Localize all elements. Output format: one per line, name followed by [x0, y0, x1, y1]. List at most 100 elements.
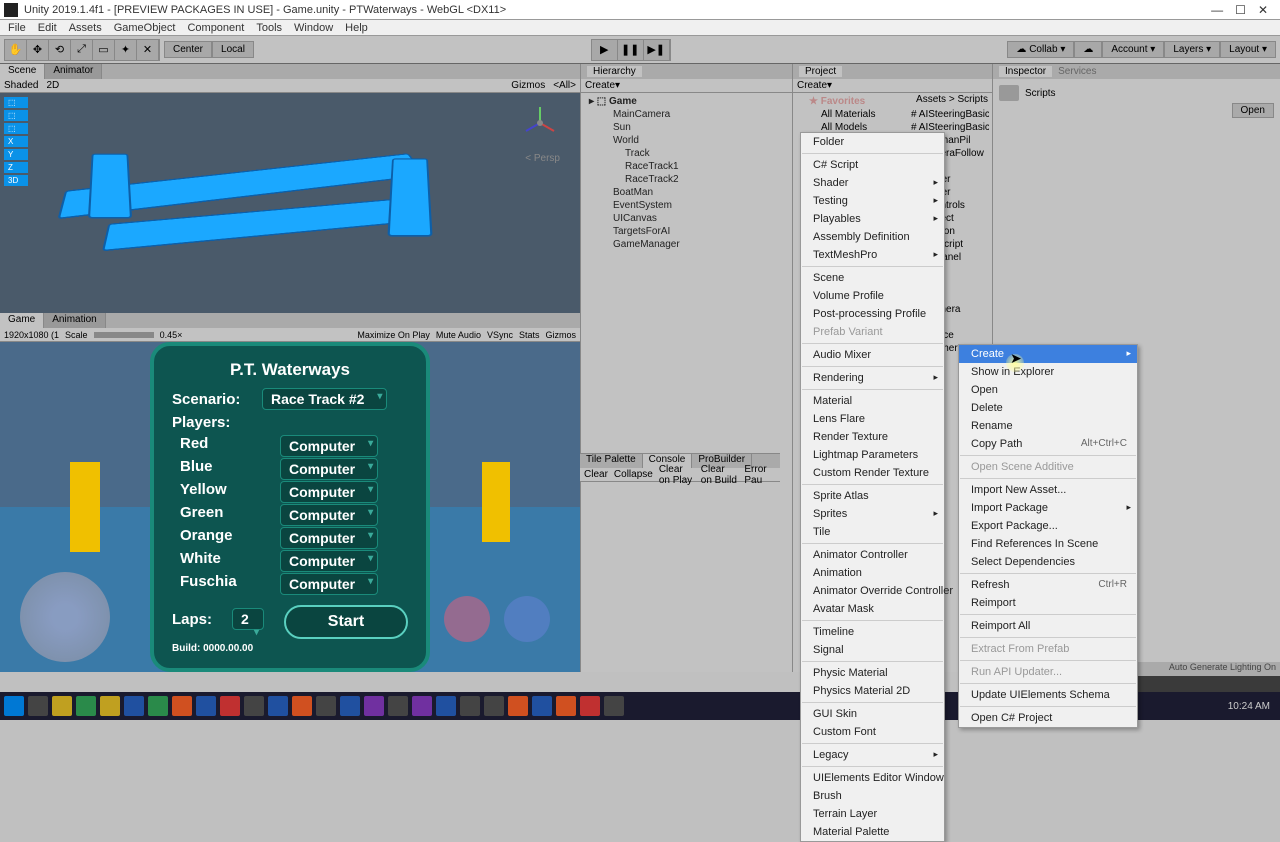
context-menu-item[interactable]: Create▸	[959, 345, 1137, 363]
collab-button[interactable]: ☁ Collab ▾	[1007, 41, 1074, 58]
player-type-dropdown[interactable]: Computer	[280, 481, 378, 503]
create-menu-item[interactable]: Assembly Definition	[801, 228, 944, 246]
game-view[interactable]: P.T. Waterways Scenario: Race Track #2 P…	[0, 342, 580, 672]
hierarchy-item[interactable]: MainCamera	[585, 108, 788, 121]
layout-button[interactable]: Layout ▾	[1220, 41, 1276, 58]
context-menu-item[interactable]: Reimport	[959, 594, 1137, 612]
console-clear[interactable]: Clear	[584, 469, 608, 480]
context-menu-item[interactable]: Find References In Scene	[959, 535, 1137, 553]
account-button[interactable]: Account ▾	[1102, 41, 1164, 58]
task-icon[interactable]	[340, 696, 360, 716]
task-icon[interactable]	[556, 696, 576, 716]
create-menu-item[interactable]: Animation	[801, 564, 944, 582]
breadcrumb[interactable]: Assets > Scripts	[916, 94, 988, 105]
task-icon[interactable]	[364, 696, 384, 716]
console-error-pau[interactable]: Error Pau	[744, 464, 770, 486]
context-menu-item[interactable]: Import Package▸	[959, 499, 1137, 517]
play-button[interactable]: ▶	[592, 40, 618, 60]
hierarchy-item[interactable]: Track	[585, 147, 788, 160]
create-menu-item[interactable]: Render Texture	[801, 428, 944, 446]
create-menu-item[interactable]: TextMeshPro▸	[801, 246, 944, 264]
player-type-dropdown[interactable]: Computer	[280, 527, 378, 549]
menu-help[interactable]: Help	[339, 22, 374, 34]
task-icon[interactable]	[316, 696, 336, 716]
task-icon[interactable]	[268, 696, 288, 716]
context-menu-item[interactable]: Export Package...	[959, 517, 1137, 535]
create-menu-item[interactable]: Tile	[801, 523, 944, 541]
start-button[interactable]: Start	[284, 605, 408, 639]
open-button[interactable]: Open	[1232, 103, 1274, 118]
pivot-button[interactable]: Center	[164, 41, 212, 58]
laps-dropdown[interactable]: 2	[232, 608, 264, 630]
scale-slider[interactable]	[94, 332, 154, 338]
resolution[interactable]: 1920x1080 (1	[4, 330, 59, 340]
layers-button[interactable]: Layers ▾	[1164, 41, 1220, 58]
context-menu-item[interactable]: Open C# Project	[959, 709, 1137, 727]
player-type-dropdown[interactable]: Computer	[280, 573, 378, 595]
project-tab[interactable]: Project	[799, 66, 842, 77]
start-button[interactable]	[4, 696, 24, 716]
create-menu-item[interactable]: Testing▸	[801, 192, 944, 210]
create-menu-item[interactable]: Prefab Variant	[801, 323, 944, 341]
transform-tool[interactable]: ✦	[115, 40, 137, 60]
maximize-toggle[interactable]: Maximize On Play	[357, 330, 430, 340]
task-icon[interactable]	[604, 696, 624, 716]
context-menu-item[interactable]: Extract From Prefab	[959, 640, 1137, 658]
create-menu-item[interactable]: Signal	[801, 641, 944, 659]
task-icon[interactable]	[388, 696, 408, 716]
vsync-toggle[interactable]: VSync	[487, 330, 513, 340]
context-menu-item[interactable]: Rename	[959, 417, 1137, 435]
scene-root[interactable]: ▸ ⬚ Game	[585, 95, 788, 108]
hierarchy-item[interactable]: RaceTrack1	[585, 160, 788, 173]
animation-tab[interactable]: Animation	[44, 313, 105, 328]
virtual-joystick[interactable]	[20, 572, 110, 662]
scene-view[interactable]: ⬚⬚⬚XYZ3D < Persp	[0, 93, 580, 313]
menu-gameobject[interactable]: GameObject	[108, 22, 182, 34]
player-type-dropdown[interactable]: Computer	[280, 504, 378, 526]
hierarchy-item[interactable]: RaceTrack2	[585, 173, 788, 186]
search-all[interactable]: <All>	[553, 80, 576, 91]
menu-edit[interactable]: Edit	[32, 22, 63, 34]
task-icon[interactable]	[220, 696, 240, 716]
stats-toggle[interactable]: Stats	[519, 330, 540, 340]
create-menu-item[interactable]: Physic Material	[801, 664, 944, 682]
console-collapse[interactable]: Collapse	[614, 469, 653, 480]
context-menu-item[interactable]: Select Dependencies	[959, 553, 1137, 571]
task-icon[interactable]	[172, 696, 192, 716]
create-menu-item[interactable]: Sprites▸	[801, 505, 944, 523]
create-menu-item[interactable]: Physics Material 2D	[801, 682, 944, 700]
context-menu-item[interactable]: Delete	[959, 399, 1137, 417]
console-clear-on-build[interactable]: Clear on Build	[701, 464, 739, 486]
task-icon[interactable]	[100, 696, 120, 716]
player-type-dropdown[interactable]: Computer	[280, 458, 378, 480]
maximize-button[interactable]: ☐	[1235, 3, 1246, 17]
hand-tool[interactable]: ✋	[5, 40, 27, 60]
context-menu-item[interactable]: Reimport All	[959, 617, 1137, 635]
hierarchy-item[interactable]: UICanvas	[585, 212, 788, 225]
hierarchy-tab[interactable]: Hierarchy	[587, 66, 642, 77]
menu-component[interactable]: Component	[181, 22, 250, 34]
create-menu-item[interactable]: Material	[801, 392, 944, 410]
shading-mode[interactable]: Shaded	[4, 80, 38, 91]
create-menu-item[interactable]: Custom Render Texture	[801, 464, 944, 482]
context-menu-item[interactable]: Open	[959, 381, 1137, 399]
task-icon[interactable]	[292, 696, 312, 716]
create-menu-item[interactable]: UIElements Editor Window	[801, 769, 944, 787]
create-menu-item[interactable]: Lens Flare	[801, 410, 944, 428]
gizmos-toggle[interactable]: Gizmos	[511, 80, 545, 91]
pause-button[interactable]: ❚❚	[618, 40, 644, 60]
scene-tab[interactable]: Scene	[0, 64, 45, 79]
minimize-button[interactable]: —	[1211, 3, 1223, 17]
create-menu-item[interactable]: Volume Profile	[801, 287, 944, 305]
create-menu-item[interactable]: Rendering▸	[801, 369, 944, 387]
action-button-a[interactable]	[444, 596, 490, 642]
hierarchy-item[interactable]: Sun	[585, 121, 788, 134]
task-icon[interactable]	[580, 696, 600, 716]
create-menu-item[interactable]: Legacy▸	[801, 746, 944, 764]
create-menu-item[interactable]: Shader▸	[801, 174, 944, 192]
create-menu-item[interactable]: GUI Skin	[801, 705, 944, 723]
task-icon[interactable]	[244, 696, 264, 716]
context-menu-item[interactable]: Open Scene Additive	[959, 458, 1137, 476]
scenario-dropdown[interactable]: Race Track #2	[262, 388, 387, 410]
project-create[interactable]: Create	[797, 80, 827, 91]
